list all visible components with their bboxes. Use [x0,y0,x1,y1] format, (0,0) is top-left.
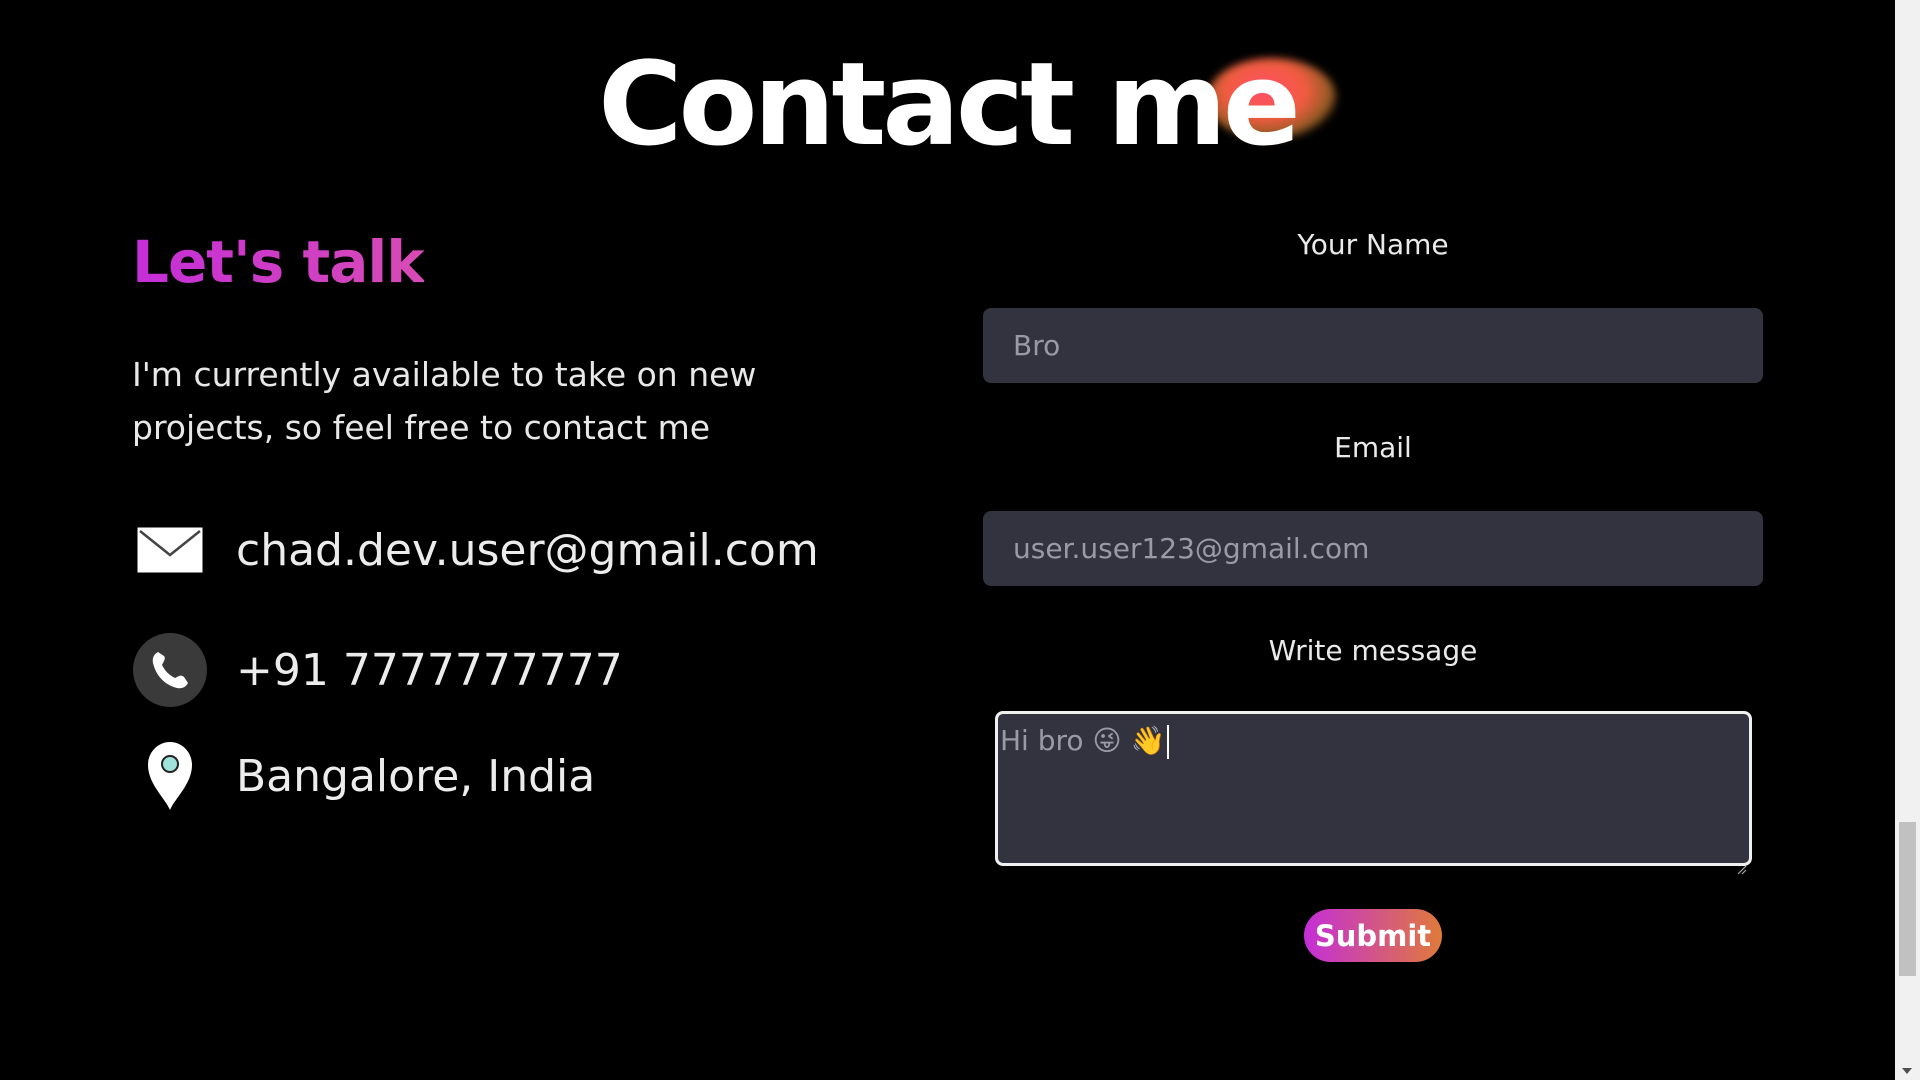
scroll-down-arrow-icon[interactable] [1902,1068,1912,1074]
contact-phone-row[interactable]: +91 7777777777 [132,632,623,708]
text-caret [1167,725,1170,759]
map-pin-icon [132,738,208,814]
contact-email-row[interactable]: chad.dev.user@gmail.com [132,512,819,588]
phone-icon [132,632,208,708]
contact-page: Contact me Let's talk I'm currently avai… [0,0,1920,1080]
name-input[interactable]: Bro [983,308,1763,383]
submit-button[interactable]: Submit [1304,909,1442,962]
envelope-icon [132,512,208,588]
name-label: Your Name [1297,228,1449,261]
email-input[interactable]: user.user123@gmail.com [983,511,1763,586]
message-label: Write message [1268,634,1478,667]
vertical-scrollbar[interactable] [1895,0,1920,1080]
email-input-value: user.user123@gmail.com [1013,532,1370,565]
contact-email[interactable]: chad.dev.user@gmail.com [236,525,819,576]
lets-talk-heading: Let's talk [132,228,425,296]
page-title: Contact me [598,38,1337,172]
title-section: Contact me [0,40,1895,170]
message-textarea-value: Hi bro 😜 👋 [1000,724,1166,757]
contact-location: Bangalore, India [236,750,596,802]
name-input-value: Bro [1013,329,1061,362]
message-textarea[interactable]: Hi bro 😜 👋 [995,711,1752,875]
resize-grip-icon[interactable] [1735,849,1747,875]
contact-location-row: Bangalore, India [132,738,595,814]
intro-text: I'm currently available to take on new p… [132,355,757,447]
contact-phone[interactable]: +91 7777777777 [236,645,623,696]
email-label: Email [1334,431,1412,464]
scrollbar-thumb[interactable] [1899,822,1916,976]
page-title-text: Contact me [598,38,1301,172]
